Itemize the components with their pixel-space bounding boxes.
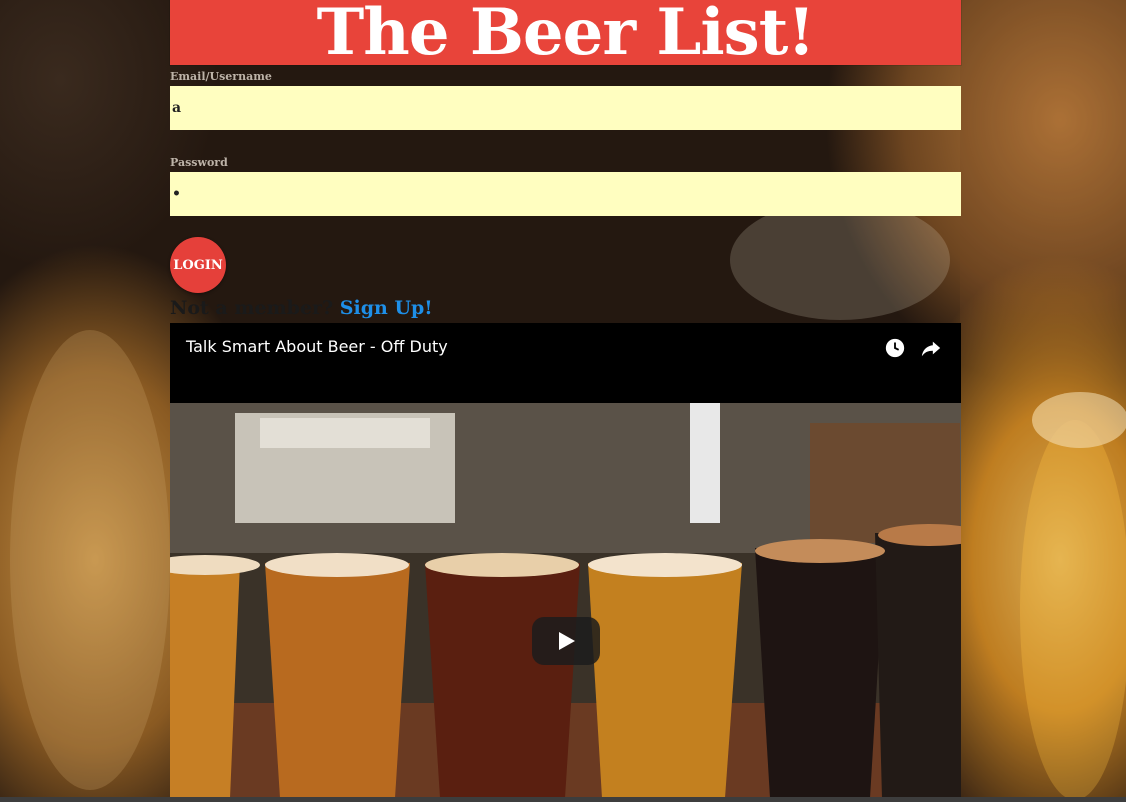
play-icon xyxy=(559,632,575,650)
password-label: Password xyxy=(170,156,228,169)
bottom-edge xyxy=(0,797,1126,802)
main-content: The Beer List! Email/Username Password L… xyxy=(170,0,961,798)
video-header: Talk Smart About Beer - Off Duty xyxy=(170,323,961,403)
video-thumbnail xyxy=(170,403,961,798)
signup-link[interactable]: Sign Up! xyxy=(340,297,433,319)
video-embed[interactable]: Talk Smart About Beer - Off Duty xyxy=(170,323,961,798)
header-banner: The Beer List! xyxy=(170,0,961,65)
login-button[interactable]: LOGIN xyxy=(170,237,226,293)
share-icon[interactable] xyxy=(920,337,942,359)
signup-prompt: Not a member? Sign Up! xyxy=(170,293,961,323)
clock-icon[interactable] xyxy=(884,337,906,359)
signup-prompt-text: Not a member? xyxy=(170,297,334,319)
play-button[interactable] xyxy=(532,617,600,665)
password-field[interactable] xyxy=(170,172,961,216)
page-title: The Beer List! xyxy=(316,0,816,70)
video-title[interactable]: Talk Smart About Beer - Off Duty xyxy=(186,337,448,356)
email-field[interactable] xyxy=(170,86,961,130)
